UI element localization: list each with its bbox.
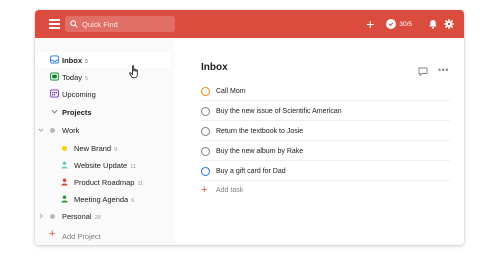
task-label: Buy the new issue of Scientific American [216,107,342,115]
quick-find-search[interactable] [65,16,175,32]
task-label: Buy the new album by Rake [216,147,304,155]
task-label: Call Mom [216,87,246,95]
page-title: Inbox [201,62,228,73]
projects-label: Projects [62,108,92,117]
sidebar-item-upcoming[interactable]: Upcoming [35,86,170,102]
top-bar: + 30/5 [35,10,464,38]
project-label: Website Update [74,161,128,170]
task-checkbox[interactable] [201,107,210,116]
task-label: Return the textbook to Josie [216,127,304,135]
project-color-dot [50,213,55,219]
upcoming-icon [50,89,59,98]
chevron-right-icon [39,213,43,219]
add-project-label: Add Project [62,232,101,241]
project-work[interactable]: Work [35,122,170,138]
sidebar-item-label: Inbox [62,56,82,65]
more-options-icon[interactable]: ••• [438,65,449,75]
karma-count: 30/5 [399,20,412,28]
today-icon [50,72,59,81]
project-website-update[interactable]: Website Update 11 [35,157,170,173]
task-item[interactable]: Buy the new album by Rake [201,141,450,161]
project-label: Meeting Agenda [74,195,129,204]
project-label: Personal [62,212,92,221]
project-count: 6 [131,198,135,204]
karma-button[interactable]: 30/5 [386,19,412,29]
comment-icon[interactable] [418,67,428,76]
project-new-brand[interactable]: New Brand 9 [35,140,170,156]
app-window: + 30/5 [35,10,464,245]
chevron-down-icon [51,109,58,114]
task-checkbox[interactable] [201,87,210,96]
project-count: 9 [114,147,118,153]
project-label: New Brand [74,144,112,153]
shared-person-icon [61,195,68,203]
today-count: 5 [85,76,89,82]
project-color-dot [50,127,55,133]
sidebar-item-inbox[interactable]: Inbox 5 [35,52,170,68]
project-count: 28 [94,215,101,221]
project-personal[interactable]: Personal 28 [35,208,170,224]
task-item[interactable]: Call Mom [201,81,450,101]
main-content: Inbox ••• Call Mom Buy the new issue of … [175,38,464,245]
add-task-label: Add task [216,187,244,194]
inbox-count: 5 [85,59,89,65]
task-checkbox[interactable] [201,147,210,156]
plus-icon: + [201,184,208,196]
chevron-down-icon [38,128,44,132]
add-icon[interactable]: + [366,17,374,31]
project-meeting-agenda[interactable]: Meeting Agenda 6 [35,191,170,207]
shared-person-icon [61,178,68,186]
task-label: Buy a gift card for Dad [216,167,286,175]
hand-cursor-icon [129,65,138,79]
bell-icon[interactable] [428,19,438,29]
project-label: Work [62,126,80,135]
project-product-roadmap[interactable]: Product Roadmap 11 [35,174,170,190]
task-item[interactable]: Buy a gift card for Dad [201,161,450,181]
sidebar-item-label: Upcoming [62,90,96,99]
inbox-icon [50,55,59,64]
project-color-dot [62,145,67,151]
sidebar: Inbox 5 Today 5 Upcoming Projects Work N… [35,38,175,245]
gear-icon[interactable] [444,19,454,29]
project-count: 11 [137,181,144,187]
top-actions: + 30/5 [366,10,454,38]
check-circle-icon [386,19,397,29]
search-icon [70,20,78,28]
add-project-button[interactable]: + Add Project [35,228,170,244]
task-item[interactable]: Buy the new issue of Scientific American [201,101,450,121]
task-checkbox[interactable] [201,167,210,176]
shared-person-icon [61,161,68,169]
project-label: Product Roadmap [74,178,135,187]
project-count: 11 [130,164,136,170]
task-checkbox[interactable] [201,127,210,136]
sidebar-item-today[interactable]: Today 5 [35,69,170,85]
projects-header[interactable]: Projects [35,104,170,120]
menu-icon[interactable] [49,19,60,29]
task-item[interactable]: Return the textbook to Josie [201,121,450,141]
search-input[interactable] [82,19,172,29]
sidebar-item-label: Today [62,73,83,82]
plus-icon: + [49,228,56,240]
